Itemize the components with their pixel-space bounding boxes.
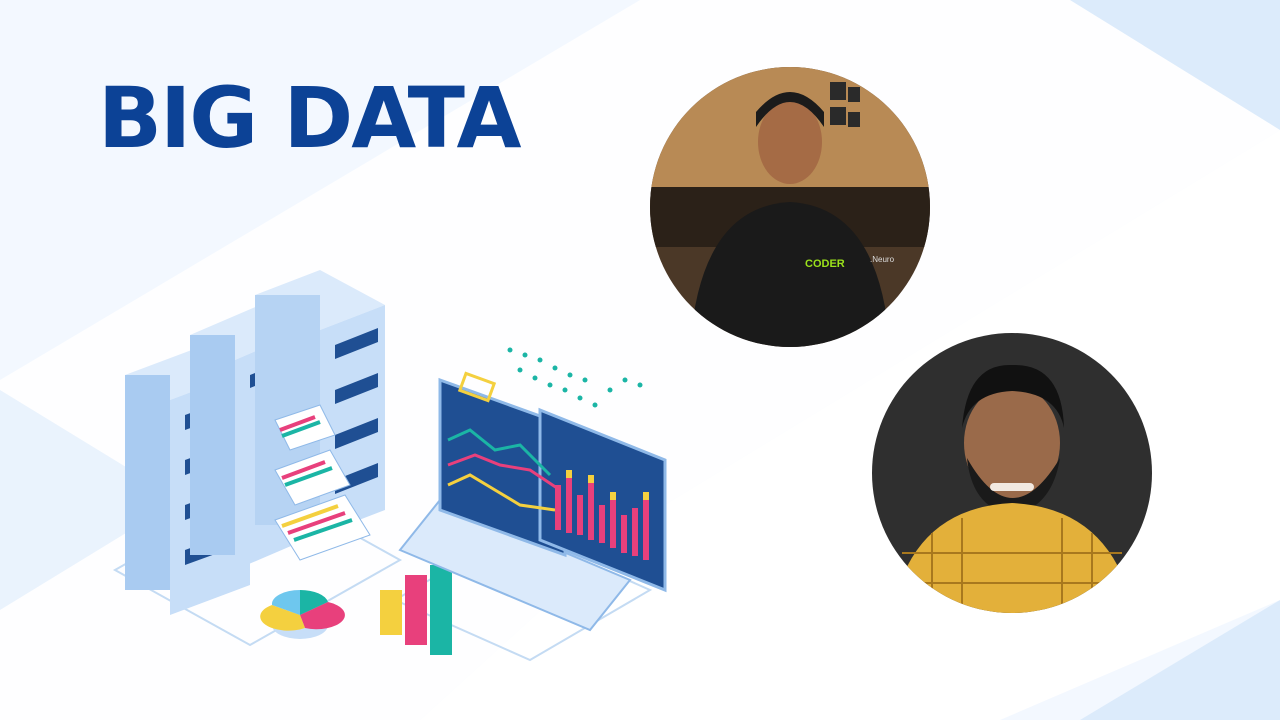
shirt-print: CODER — [805, 258, 845, 270]
speaker-2-photo — [872, 333, 1152, 613]
sleeve-print: .Neuro — [870, 255, 895, 264]
slide-title: BIG DATA — [98, 69, 521, 167]
speaker-1-photo: CODER .Neuro — [650, 67, 930, 347]
3d-bar-chart — [380, 565, 452, 655]
data-dots — [507, 347, 643, 408]
big-data-illustration — [112, 270, 667, 662]
